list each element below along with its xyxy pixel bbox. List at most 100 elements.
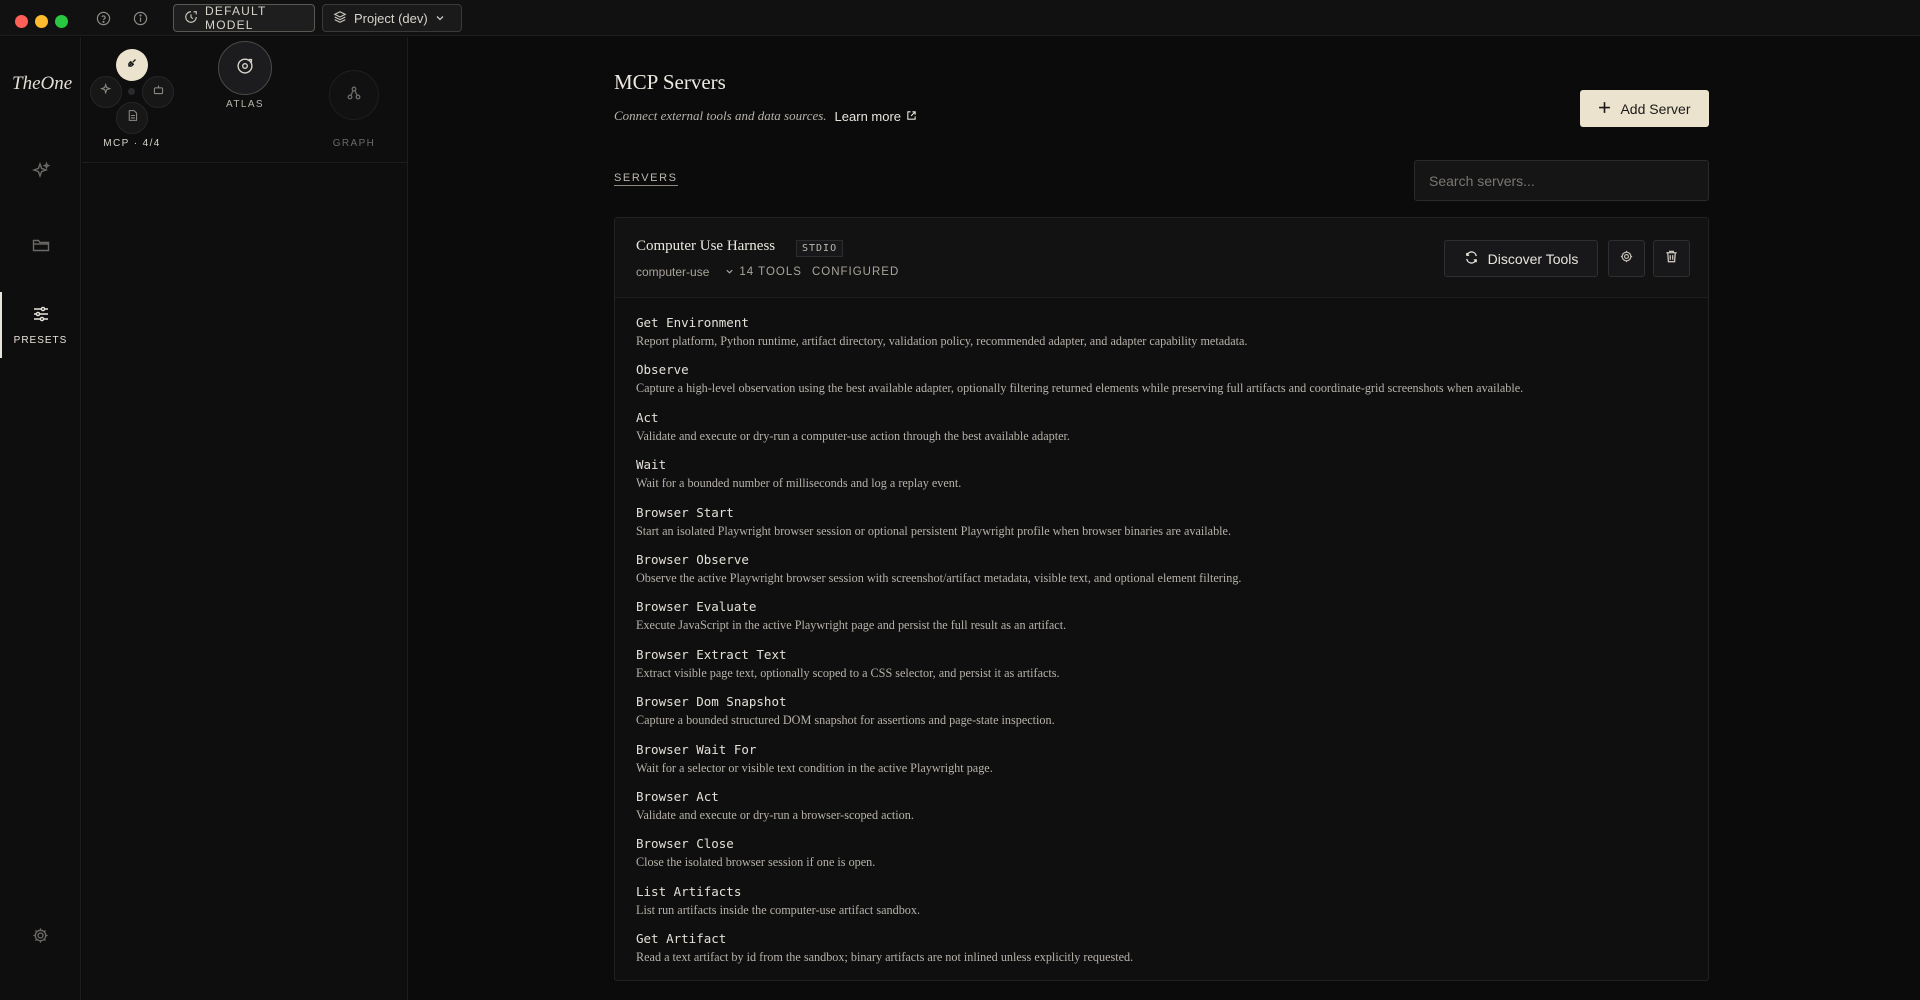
tool-item: Act Validate and execute or dry-run a com… (636, 409, 1696, 456)
tool-description: Observe the active Playwright browser se… (636, 570, 1242, 585)
tool-name: Browser Act (636, 788, 719, 804)
tool-item: Browser Extract Text Extract visible page… (636, 646, 1696, 693)
mcp-node-top[interactable] (116, 49, 148, 81)
trash-icon (1664, 249, 1679, 269)
tool-name: Browser Wait For (636, 741, 757, 757)
info-icon[interactable] (131, 9, 149, 27)
default-model-label: DEFAULT MODEL (205, 4, 267, 32)
document-icon (126, 109, 139, 127)
tool-description: Execute JavaScript in the active Playwri… (636, 618, 1067, 633)
mcp-node-bottom[interactable] (116, 102, 148, 134)
workspace-panel: MCP · 4/4 ATLAS GRAPH (82, 37, 408, 1000)
panel-divider (82, 162, 408, 163)
learn-more-link[interactable]: Learn more (835, 109, 917, 124)
status-badge: CONFIGURED (811, 266, 900, 278)
page-title: MCP Servers (614, 70, 726, 94)
project-label: Project (dev) (354, 10, 428, 26)
layers-icon (333, 10, 347, 27)
plug-icon (125, 56, 139, 75)
chevron-down-icon (435, 11, 445, 26)
tool-item: Browser Wait For Wait for a selector or v… (636, 741, 1696, 788)
tool-item: Browser Observe Observe the active Playwr… (636, 551, 1696, 598)
rail-folder-button[interactable] (0, 227, 81, 267)
server-card-header: Computer Use Harness STDIO computer-use … (615, 218, 1708, 298)
robot-icon (152, 83, 165, 101)
rail-settings-button[interactable] (0, 918, 81, 958)
tool-item: Get Artifact Read a text artifact by id f… (636, 930, 1696, 977)
graph-node[interactable] (329, 70, 379, 120)
zoom-window-button[interactable] (55, 15, 68, 28)
subtitle-text: Connect external tools and data sources. (614, 108, 827, 123)
close-window-button[interactable] (15, 15, 28, 28)
server-card: Computer Use Harness STDIO computer-use … (614, 217, 1709, 981)
active-indicator (0, 292, 2, 358)
tool-description: Validate and execute or dry-run a browse… (636, 807, 914, 822)
tool-name: Act (636, 409, 659, 425)
folder-icon (31, 235, 51, 260)
chevron-down-icon (725, 265, 734, 279)
mcp-node-right[interactable] (142, 76, 174, 108)
refresh-icon (1464, 250, 1479, 268)
tool-description: List run artifacts inside the computer-u… (636, 902, 921, 917)
model-icon (184, 10, 198, 27)
main-content: MCP Servers Connect external tools and d… (409, 37, 1920, 1000)
tools-toggle[interactable]: 14 TOOLS (725, 265, 802, 279)
plus-icon (1598, 101, 1611, 117)
tool-item: Browser Close Close the isolated browser … (636, 835, 1696, 882)
server-name: Computer Use Harness (636, 238, 776, 254)
title-bar: DEFAULT MODEL Project (dev) (0, 0, 1920, 36)
tool-name: Get Artifact (636, 931, 727, 947)
tool-item: Browser Act Validate and execute or dry-r… (636, 788, 1696, 835)
gear-icon (1619, 249, 1634, 269)
transport-badge: STDIO (796, 240, 844, 257)
mcp-node-left[interactable] (90, 76, 122, 108)
tool-name: List Artifacts (636, 883, 742, 899)
graph-icon (346, 85, 362, 106)
tool-description: Capture a bounded structured DOM snapsho… (636, 713, 1055, 728)
sparkle-icon (99, 82, 113, 101)
tool-item: List Artifacts List run artifacts inside … (636, 883, 1696, 930)
atlas-node[interactable] (218, 41, 272, 95)
page-subtitle: Connect external tools and data sources.… (614, 108, 917, 124)
tool-name: Browser Extract Text (636, 646, 787, 662)
tool-description: Wait for a selector or visible text cond… (636, 760, 993, 775)
rail-presets-button[interactable]: PRESETS (0, 292, 81, 358)
tool-description: Validate and execute or dry-run a comput… (636, 428, 1070, 443)
mcp-caption: MCP · 4/4 (103, 138, 161, 149)
servers-section-label: SERVERS (614, 172, 678, 186)
add-server-button[interactable]: Add Server (1580, 90, 1709, 127)
rail-sparkles-button[interactable] (0, 153, 81, 193)
tool-description: Read a text artifact by id from the sand… (636, 950, 1134, 965)
minimize-window-button[interactable] (35, 15, 48, 28)
app-logo: TheOne (12, 73, 73, 94)
tool-name: Browser Start (636, 504, 734, 520)
tool-list: Get Environment Report platform, Python r… (636, 314, 1696, 977)
graph-caption: GRAPH (332, 138, 376, 149)
tool-item: Browser Dom Snapshot Capture a bounded st… (636, 693, 1696, 740)
tool-name: Get Environment (636, 315, 749, 330)
sliders-icon (31, 304, 51, 329)
tool-description: Wait for a bounded number of millisecond… (636, 476, 962, 491)
server-meta: computer-use 14 TOOLS CONFIGURED (636, 265, 899, 279)
learn-more-label: Learn more (834, 108, 902, 124)
tool-name: Browser Evaluate (636, 599, 757, 615)
tool-name: Browser Close (636, 836, 734, 852)
help-icon[interactable] (94, 9, 112, 27)
tool-name: Wait (636, 457, 667, 473)
tool-name: Browser Observe (636, 551, 749, 567)
presets-label: PRESETS (13, 335, 68, 346)
discover-tools-button[interactable]: Discover Tools (1444, 240, 1598, 277)
tools-count: 14 TOOLS (739, 266, 802, 278)
server-settings-button[interactable] (1608, 240, 1645, 277)
tool-description: Capture a high-level observation using t… (636, 381, 1524, 396)
delete-server-button[interactable] (1653, 240, 1690, 277)
project-selector[interactable]: Project (dev) (322, 4, 462, 32)
tool-item: Get Environment Report platform, Python r… (636, 314, 1696, 361)
tool-description: Report platform, Python runtime, artifac… (636, 334, 1248, 348)
atlas-caption: ATLAS (226, 99, 264, 110)
tool-description: Extract visible page text, optionally sc… (636, 665, 1060, 680)
external-link-icon (906, 109, 917, 124)
search-servers-input[interactable] (1414, 160, 1709, 201)
tool-description: Start an isolated Playwright browser ses… (636, 523, 1232, 538)
default-model-button[interactable]: DEFAULT MODEL (173, 4, 315, 32)
